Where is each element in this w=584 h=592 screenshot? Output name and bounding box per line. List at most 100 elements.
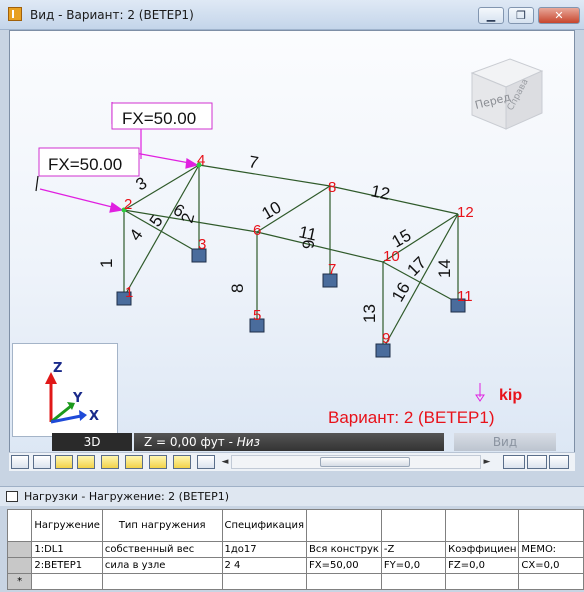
table-cell[interactable] [221, 573, 308, 590]
table-cell[interactable] [306, 573, 382, 590]
table-cell[interactable]: FY=0,0 [380, 557, 447, 574]
table-cell[interactable] [101, 573, 223, 590]
node-label-3: 3 [198, 236, 206, 253]
header-cell [6, 509, 33, 542]
load-label-1: FX=50.00 [122, 109, 196, 128]
brace-icon[interactable] [101, 455, 119, 469]
axis-y-label: Y [72, 391, 83, 406]
stair-icon[interactable] [125, 455, 143, 469]
row-selector[interactable] [6, 541, 33, 558]
table-cell[interactable]: собственный вес [101, 541, 223, 558]
table-cell[interactable] [518, 573, 584, 590]
viewcube-icon[interactable]: Перед Справа [470, 58, 544, 130]
table-cell[interactable]: Коэффициен [445, 541, 520, 558]
axis-x-label: X [89, 409, 99, 424]
member-label-12: 12 [369, 181, 391, 204]
scroll-left-icon[interactable]: ◄ [219, 455, 231, 469]
loads-panel-title-text: Нагрузки - Нагружение: 2 (ВЕТЕР1) [24, 490, 230, 503]
axis-z-label: Z [53, 361, 62, 376]
node-label-9: 9 [382, 330, 390, 347]
table-cell[interactable]: 1:DL1 [31, 541, 103, 558]
table-cell[interactable] [31, 573, 103, 590]
member-label-7: 7 [247, 152, 260, 172]
level-selector[interactable]: Z = 0,00 фут - Низ [134, 433, 444, 451]
header-cell [380, 509, 447, 542]
roof-icon[interactable] [77, 455, 95, 469]
table-cell[interactable]: FX=50,00 [306, 557, 382, 574]
header-cell: Спецификация [221, 509, 308, 542]
dimension-icon[interactable] [527, 455, 547, 469]
window-titlebar: Вид - Вариант: 2 (ВЕТЕР1) ▁ ❐ ✕ [0, 0, 584, 30]
loads-table: Нагружение Тип нагружения Спецификация 1… [6, 509, 584, 590]
close-button[interactable]: ✕ [538, 7, 580, 24]
table-header-row: Нагружение Тип нагружения Спецификация [6, 509, 584, 542]
member-label-1: 1 [97, 259, 116, 268]
node-label-6: 6 [253, 222, 261, 239]
plate-icon[interactable] [149, 455, 167, 469]
render-icon[interactable] [549, 455, 569, 469]
scrollbar-thumb[interactable] [320, 457, 410, 467]
table-cell[interactable]: сила в узле [101, 557, 223, 574]
minimize-button[interactable]: ▁ [478, 7, 504, 24]
bottom-toolbar: ◄ ► [9, 452, 575, 471]
member-label-8: 8 [228, 284, 247, 293]
node-label-1: 1 [125, 284, 133, 301]
table-cell[interactable]: FZ=0,0 [445, 557, 520, 574]
loads-panel-title: Нагрузки - Нагружение: 2 (ВЕТЕР1) [0, 486, 584, 506]
view-bar: 3D Z = 0,00 фут - Низ Вид [52, 433, 556, 451]
member-label-10: 10 [259, 198, 285, 224]
header-cell [306, 509, 382, 542]
frame-icon[interactable] [11, 455, 29, 469]
hide-icon[interactable] [503, 455, 525, 469]
table-cell[interactable]: CX=0,0 [518, 557, 584, 574]
restore-button[interactable]: ❐ [508, 7, 534, 24]
load-label-2: FX=50.00 [48, 155, 122, 174]
table-cell[interactable] [445, 573, 520, 590]
variant-label: Вариант: 2 (ВЕТЕР1) [328, 408, 495, 427]
table-cell[interactable]: 2 4 [221, 557, 308, 574]
members [123, 164, 459, 350]
table-row[interactable]: 1:DL1 собственный вес 1до17 Вся конструк… [6, 541, 584, 558]
level-name: Низ [236, 435, 260, 449]
unit-label: kip [499, 387, 522, 404]
view-mode-3d-button[interactable]: 3D [52, 433, 132, 451]
header-cell: Тип нагружения [101, 509, 223, 542]
node-label-11: 11 [457, 288, 473, 305]
node-label-7: 7 [328, 261, 336, 278]
member-label-14: 14 [435, 259, 454, 278]
window-title: Вид - Вариант: 2 (ВЕТЕР1) [30, 8, 194, 22]
grid-icon[interactable] [197, 455, 215, 469]
node-label-12: 12 [457, 204, 474, 221]
member-label-3: 3 [133, 173, 151, 194]
new-row-selector[interactable]: * [6, 573, 33, 590]
table-row[interactable]: 2:ВЕТЕР1 сила в узле 2 4 FX=50,00 FY=0,0… [6, 557, 584, 574]
node-label-5: 5 [253, 307, 261, 324]
horizontal-scrollbar[interactable] [231, 455, 481, 469]
header-cell: Нагружение [31, 509, 103, 542]
table-cell[interactable]: 1до17 [221, 541, 308, 558]
row-selector[interactable] [6, 557, 33, 574]
wall-icon[interactable] [173, 455, 191, 469]
portal-icon[interactable] [33, 455, 51, 469]
model-viewport[interactable]: Перед Справа FX=50.00 FX=50.00 1 2 3 4 5… [9, 30, 575, 468]
node-label-4: 4 [197, 152, 205, 169]
axis-indicator: Z Y X [12, 343, 118, 437]
header-cell [518, 509, 584, 542]
member-label-4: 4 [126, 226, 147, 245]
scroll-right-icon[interactable]: ► [481, 455, 493, 469]
slab-icon[interactable] [55, 455, 73, 469]
app-logo-icon [8, 7, 22, 21]
table-cell[interactable]: Вся конструк [306, 541, 382, 558]
table-cell[interactable]: MEMO: [518, 541, 584, 558]
table-row[interactable]: * [6, 573, 584, 590]
table-cell[interactable]: -Z [380, 541, 447, 558]
node-label-8: 8 [328, 179, 336, 196]
member-label-13: 13 [360, 304, 379, 323]
node-label-2: 2 [124, 196, 132, 213]
table-cell[interactable]: 2:ВЕТЕР1 [31, 557, 103, 574]
level-prefix: Z = 0,00 фут - [144, 435, 237, 449]
view-button[interactable]: Вид [454, 433, 556, 451]
header-cell [445, 509, 520, 542]
table-cell[interactable] [380, 573, 447, 590]
table-icon [6, 491, 18, 502]
